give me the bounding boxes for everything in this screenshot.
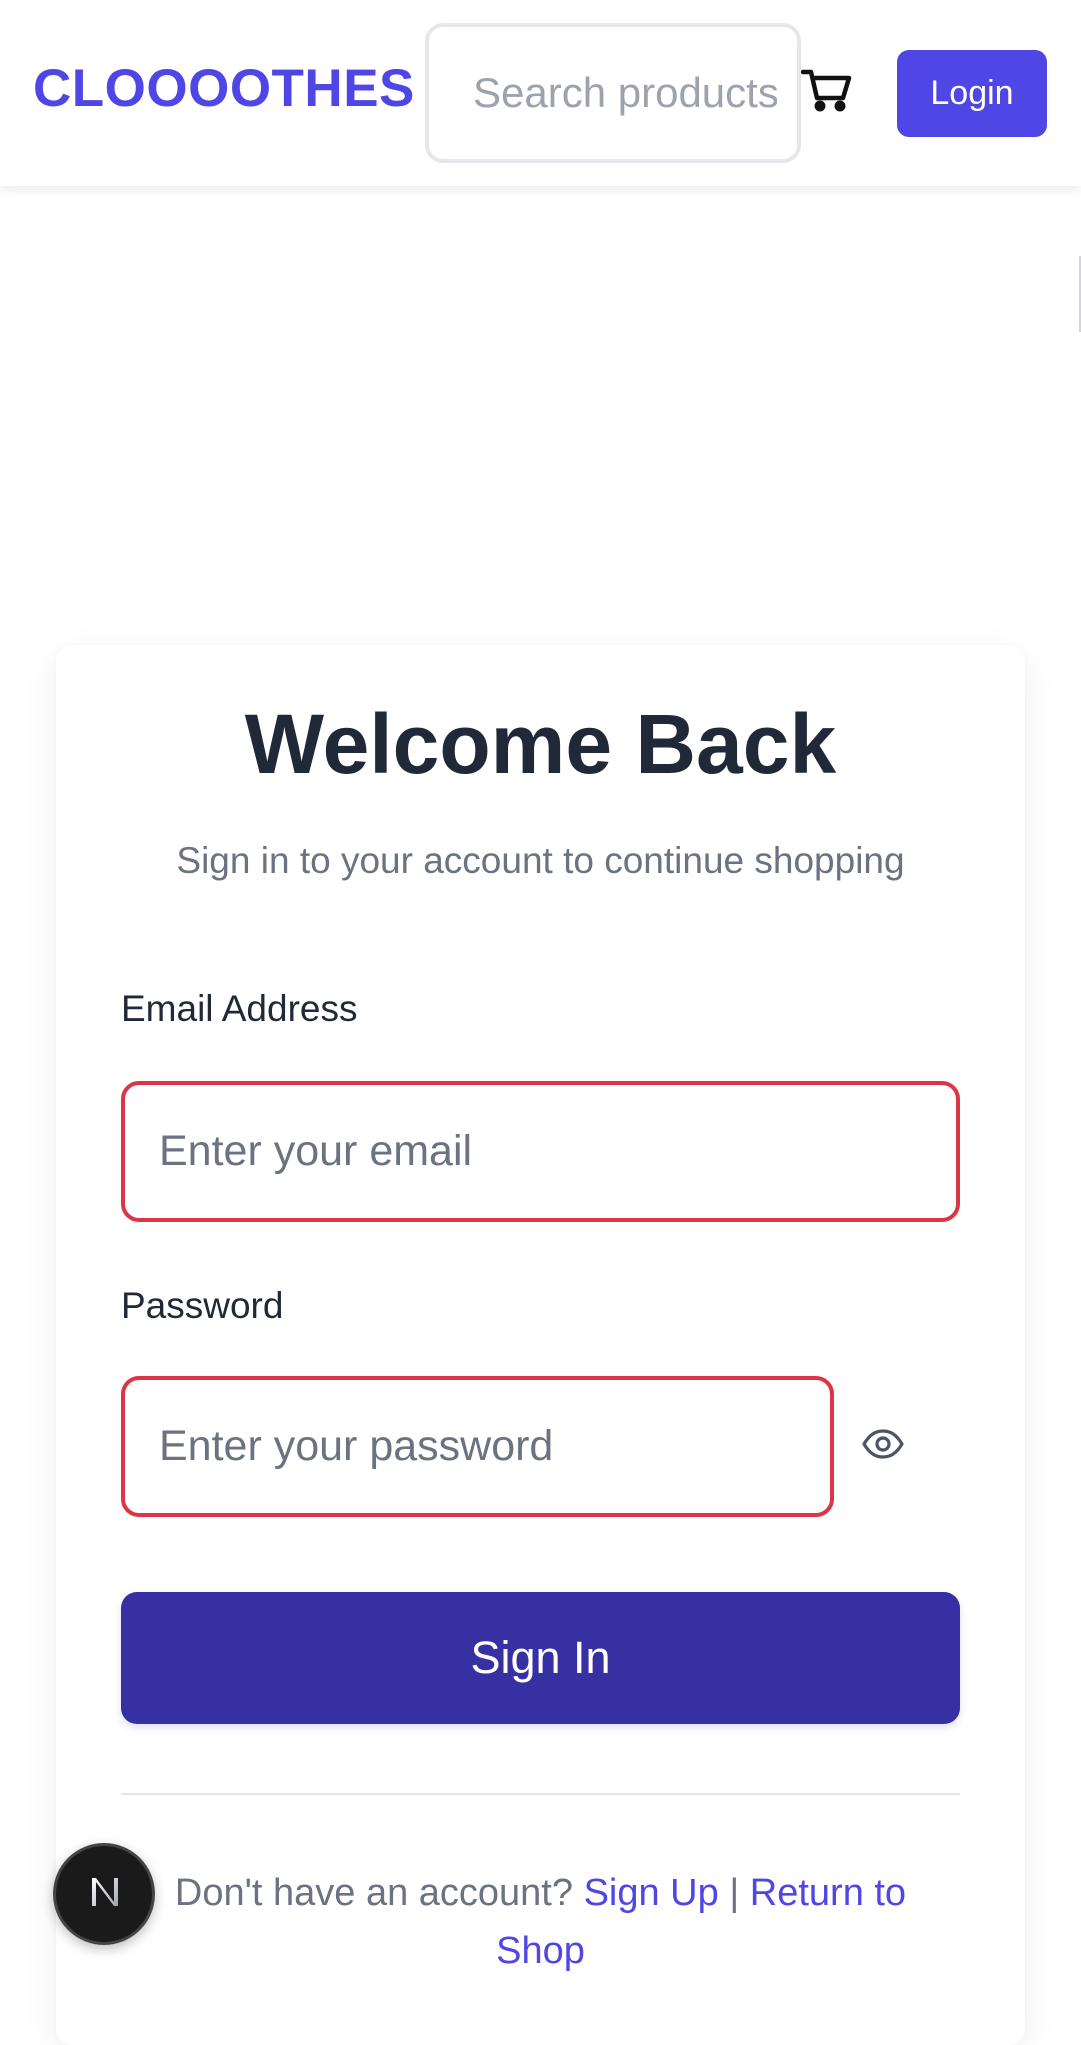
toggle-password-button[interactable]: [858, 1424, 908, 1468]
link-separator: |: [729, 1872, 740, 1914]
sign-up-link[interactable]: Sign Up: [584, 1872, 719, 1914]
password-field[interactable]: [125, 1380, 830, 1513]
divider: [121, 1793, 960, 1795]
eye-icon: [862, 1428, 904, 1464]
email-field-wrapper[interactable]: [121, 1081, 960, 1222]
sign-in-button[interactable]: Sign In: [121, 1592, 960, 1724]
password-label: Password: [121, 1285, 284, 1326]
nextjs-devtools-button[interactable]: [53, 1843, 155, 1945]
search-input[interactable]: [429, 27, 797, 159]
brand-logo[interactable]: CLOOOOTHES: [33, 62, 415, 115]
login-button[interactable]: Login: [897, 50, 1047, 137]
page-subtitle: Sign in to your account to continue shop…: [176, 840, 905, 881]
signup-prompt: Don't have an account? Sign Up | Return …: [150, 1864, 931, 1980]
email-field[interactable]: [125, 1085, 956, 1218]
email-label: Email Address: [121, 988, 358, 1029]
site-header: CLOOOOTHES Login: [0, 0, 1081, 186]
signup-prompt-text: Don't have an account?: [174, 1872, 573, 1914]
password-field-wrapper[interactable]: [121, 1376, 834, 1517]
cart-button[interactable]: [797, 64, 857, 120]
cart-icon: [800, 68, 853, 117]
page-title: Welcome Back: [244, 697, 837, 791]
search-box[interactable]: [425, 23, 801, 163]
nextjs-logo-icon: [84, 1872, 124, 1917]
